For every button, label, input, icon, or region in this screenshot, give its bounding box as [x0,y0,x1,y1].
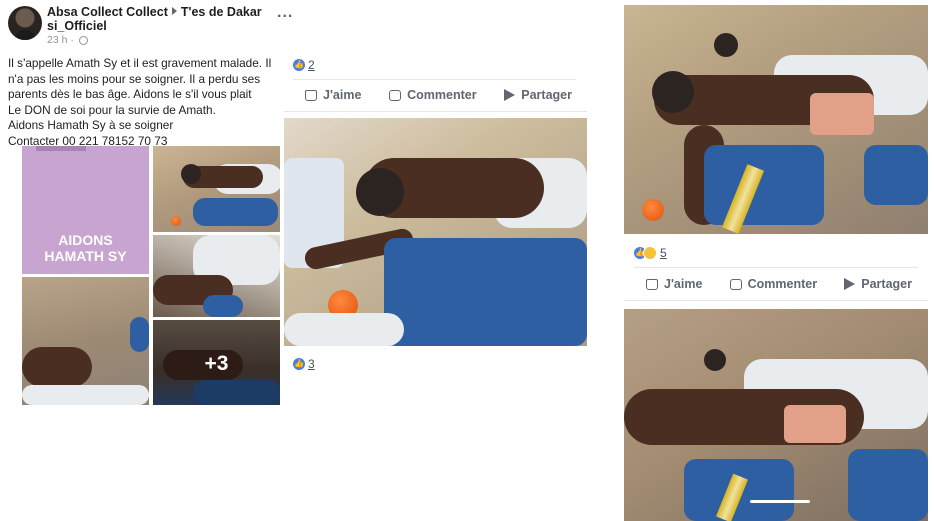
grid-photo-more[interactable]: +3 [153,320,280,405]
thumbs-up-icon [646,278,658,290]
more-options-button[interactable]: ... [277,4,293,22]
divider [284,111,587,112]
author-name[interactable]: Absa Collect Collect [47,5,168,19]
more-photos-count: +3 [204,352,229,375]
action-bar: J'aime Commenter Partager [305,88,572,102]
share-icon [504,89,516,101]
author-avatar[interactable] [8,6,42,40]
photo-shape [203,295,243,317]
photo-shape [704,145,824,225]
reaction-summary[interactable]: 👍 3 [293,356,315,371]
post-text: Il s'appelle Amath Sy et il est gravemen… [8,56,284,149]
photo-shape [22,385,149,405]
like-reaction-icon: 👍 [293,58,305,71]
poster-header-strip [36,146,86,151]
photo-shape [642,199,664,221]
poster-line-2: HAMATH SY [44,248,127,264]
like-reaction-icon: 👍 [293,357,305,370]
photo-shape [384,238,587,346]
like-button[interactable]: J'aime [305,88,361,102]
photo-shape [810,93,874,135]
poster-text: AIDONS HAMATH SY [22,232,149,264]
photo-shape [714,33,738,57]
grid-photo-3[interactable] [153,235,280,317]
share-button[interactable]: Partager [504,88,572,102]
post-author-line: Absa Collect Collect T'es de Dakar si_Off… [47,5,282,33]
reaction-summary[interactable]: 👍 5 [634,245,667,260]
reaction-count[interactable]: 3 [308,357,315,371]
thumbs-up-icon [305,89,317,101]
post-text-line: Aidons Hamath Sy à se soigner [8,118,174,132]
poster-line-1: AIDONS [58,232,113,248]
comment-icon [389,89,402,101]
post-text-line: Le DON de soi pour la survie de Amath. [8,102,216,117]
sad-reaction-icon [643,245,657,260]
comment-button[interactable]: Commenter [389,88,477,102]
photo-shape [171,216,181,226]
share-label: Partager [861,277,912,291]
comment-label: Commenter [407,88,477,102]
comment-label: Commenter [747,277,818,291]
share-icon [844,278,856,290]
group-name-line2[interactable]: si_Officiel [47,19,107,33]
group-name[interactable]: T'es de Dakar [181,5,262,19]
divider [624,300,928,301]
post-photo[interactable] [284,118,587,346]
arrow-right-icon [171,7,177,15]
grid-photo-poster[interactable]: AIDONS HAMATH SY [22,146,149,274]
action-bar: J'aime Commenter Partager [646,277,912,291]
share-button[interactable]: Partager [844,277,912,291]
photo-shape [284,313,404,346]
post-meta: 23 h · [47,34,88,46]
photo-shape [704,349,726,371]
post-text-line: n'a pas les moins pour se soigner. Il a … [8,71,261,86]
photo-shape [130,317,149,352]
post-time[interactable]: 23 h [47,34,67,46]
post-photo-bottom[interactable] [624,309,928,521]
photo-shape [848,449,928,521]
photo-shape [356,168,404,216]
divider [293,79,576,80]
post-text-line: Il s'appelle Amath Sy et il est gravemen… [8,56,272,70]
globe-icon [78,35,88,45]
comment-icon [729,278,742,290]
comment-button[interactable]: Commenter [729,277,818,291]
photo-shape [181,164,201,184]
reaction-count[interactable]: 2 [308,58,315,72]
scroll-indicator[interactable] [750,500,810,503]
like-label: J'aime [323,88,362,102]
share-label: Partager [521,88,572,102]
post-text-line: parents dès le bas âge. Aidons le s'il v… [8,87,252,101]
post-photo-top[interactable] [624,5,928,234]
photo-shape [193,198,278,226]
photo-shape [652,71,694,113]
photo-shape [864,145,928,205]
grid-photo-2[interactable] [153,146,280,232]
reaction-summary[interactable]: 👍 2 [293,57,315,72]
like-label: J'aime [664,277,703,291]
grid-photo-4[interactable] [22,277,149,405]
like-button[interactable]: J'aime [646,277,702,291]
divider [634,267,918,268]
reaction-count[interactable]: 5 [660,246,667,260]
photo-shape [784,405,846,443]
photo-shape [22,347,92,387]
